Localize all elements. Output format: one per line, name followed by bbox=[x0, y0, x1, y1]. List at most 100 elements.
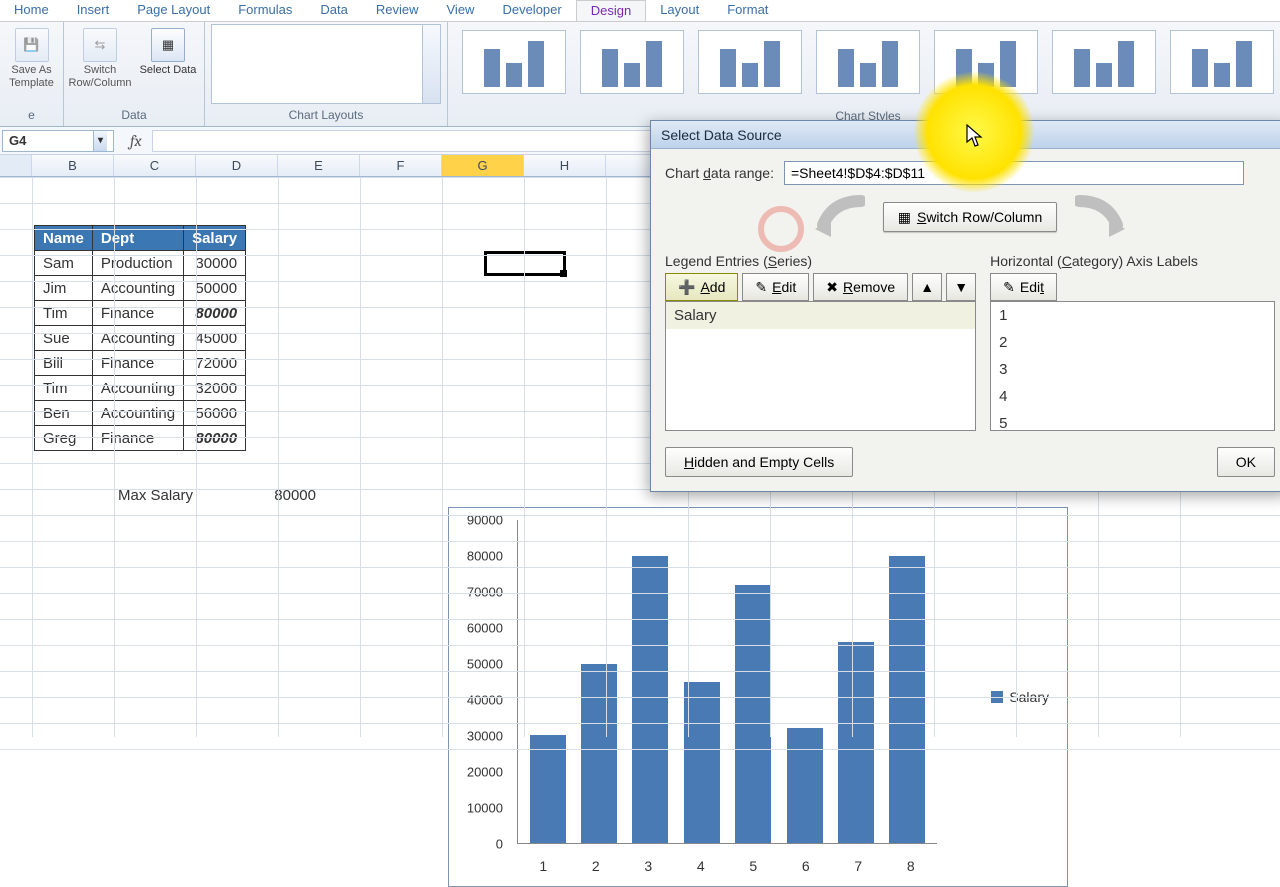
chart-data-range-input[interactable] bbox=[784, 161, 1244, 185]
table-cell[interactable]: Accounting bbox=[92, 376, 183, 401]
tab-home[interactable]: Home bbox=[0, 0, 63, 21]
series-add-button[interactable]: ➕Add bbox=[665, 273, 738, 301]
chart-style-thumb[interactable] bbox=[698, 30, 802, 94]
table-cell[interactable]: 80000 bbox=[184, 301, 246, 326]
axis-list-item[interactable]: 3 bbox=[991, 356, 1274, 383]
select-all-cell[interactable] bbox=[0, 155, 32, 176]
axis-labels-listbox[interactable]: 12345 bbox=[990, 301, 1275, 431]
table-cell[interactable]: 50000 bbox=[184, 276, 246, 301]
table-cell[interactable]: Greg bbox=[35, 426, 93, 451]
chart-style-thumb[interactable] bbox=[462, 30, 566, 94]
table-row: TimAccounting32000 bbox=[35, 376, 246, 401]
axis-list-item[interactable]: 5 bbox=[991, 410, 1274, 431]
group-label-layouts: Chart Layouts bbox=[211, 108, 441, 124]
name-box[interactable]: G4 ▾ bbox=[2, 130, 114, 152]
table-cell[interactable]: 72000 bbox=[184, 351, 246, 376]
ribbon-group-chart-styles: Chart Styles bbox=[448, 22, 1280, 126]
y-tick: 30000 bbox=[467, 729, 503, 744]
series-move-up-button[interactable]: ▲ bbox=[912, 273, 942, 301]
chart-bar bbox=[735, 585, 771, 843]
edit-icon: ✎ bbox=[755, 279, 767, 296]
series-list-item[interactable]: Salary bbox=[666, 302, 975, 329]
chart-bar bbox=[581, 664, 617, 843]
chart-style-thumb[interactable] bbox=[816, 30, 920, 94]
chart-y-axis: 0100002000030000400005000060000700008000… bbox=[449, 520, 509, 844]
table-cell[interactable]: Finance bbox=[92, 426, 183, 451]
table-cell[interactable]: 80000 bbox=[184, 426, 246, 451]
ribbon-tabs: HomeInsertPage LayoutFormulasDataReviewV… bbox=[0, 0, 1280, 22]
table-row: BillFinance72000 bbox=[35, 351, 246, 376]
select-data-button[interactable]: ▦ Select Data bbox=[138, 24, 198, 89]
tab-page-layout[interactable]: Page Layout bbox=[123, 0, 224, 21]
y-tick: 80000 bbox=[467, 548, 503, 563]
axis-list-item[interactable]: 2 bbox=[991, 329, 1274, 356]
arrow-right-icon bbox=[1075, 195, 1129, 239]
x-tick: 4 bbox=[697, 858, 705, 874]
column-header-f[interactable]: F bbox=[360, 155, 442, 176]
column-header-g[interactable]: G bbox=[442, 155, 524, 176]
column-header-b[interactable]: B bbox=[32, 155, 114, 176]
table-cell[interactable]: 45000 bbox=[184, 326, 246, 351]
table-cell[interactable]: Ben bbox=[35, 401, 93, 426]
tab-developer[interactable]: Developer bbox=[488, 0, 575, 21]
column-header-c[interactable]: C bbox=[114, 155, 196, 176]
ok-button[interactable]: OK bbox=[1217, 447, 1275, 477]
series-remove-button[interactable]: ✖Remove bbox=[813, 273, 908, 301]
axis-edit-button[interactable]: ✎Edit bbox=[990, 273, 1057, 301]
column-header-d[interactable]: D bbox=[196, 155, 278, 176]
data-table: NameDeptSalarySamProduction30000JimAccou… bbox=[34, 225, 246, 451]
hidden-empty-cells-button[interactable]: Hidden and Empty Cells bbox=[665, 447, 853, 477]
chart-style-thumb[interactable] bbox=[1170, 30, 1274, 94]
switch-row-column-dialog-button[interactable]: ▦ Switch Row/Column bbox=[883, 202, 1058, 232]
select-data-source-dialog: Select Data Source Chart data range: ▦ S… bbox=[650, 120, 1280, 492]
axis-list-item[interactable]: 1 bbox=[991, 302, 1274, 329]
chart-layouts-gallery[interactable] bbox=[211, 24, 441, 104]
table-cell[interactable]: Accounting bbox=[92, 326, 183, 351]
column-header-e[interactable]: E bbox=[278, 155, 360, 176]
table-cell[interactable]: 32000 bbox=[184, 376, 246, 401]
dialog-titlebar[interactable]: Select Data Source bbox=[651, 121, 1280, 149]
ribbon-group-chart-layouts: Chart Layouts bbox=[205, 22, 448, 126]
tab-formulas[interactable]: Formulas bbox=[224, 0, 306, 21]
table-cell[interactable]: Finance bbox=[92, 351, 183, 376]
y-tick: 10000 bbox=[467, 800, 503, 815]
series-move-down-button[interactable]: ▼ bbox=[946, 273, 976, 301]
chart-bar bbox=[838, 642, 874, 843]
y-tick: 20000 bbox=[467, 765, 503, 780]
tab-design[interactable]: Design bbox=[576, 0, 646, 21]
table-cell[interactable]: Accounting bbox=[92, 401, 183, 426]
tab-data[interactable]: Data bbox=[306, 0, 361, 21]
chart-plot-area bbox=[517, 520, 937, 844]
table-cell[interactable]: Jim bbox=[35, 276, 93, 301]
table-cell[interactable]: 56000 bbox=[184, 401, 246, 426]
tab-format[interactable]: Format bbox=[713, 0, 782, 21]
tab-layout[interactable]: Layout bbox=[646, 0, 713, 21]
table-cell[interactable]: Bill bbox=[35, 351, 93, 376]
table-cell[interactable]: Sue bbox=[35, 326, 93, 351]
tab-view[interactable]: View bbox=[433, 0, 489, 21]
axis-list-item[interactable]: 4 bbox=[991, 383, 1274, 410]
series-edit-button[interactable]: ✎Edit bbox=[742, 273, 809, 301]
fx-icon[interactable]: fx bbox=[130, 132, 142, 150]
switch-row-column-button: ⇆ Switch Row/Column bbox=[70, 24, 130, 89]
x-tick: 1 bbox=[539, 858, 547, 874]
template-icon: 💾 bbox=[15, 28, 49, 62]
tab-insert[interactable]: Insert bbox=[63, 0, 124, 21]
chart-style-thumb[interactable] bbox=[580, 30, 684, 94]
save-as-template-button: 💾 Save As Template bbox=[6, 24, 57, 89]
chart-bars bbox=[518, 520, 937, 843]
table-cell[interactable]: Accounting bbox=[92, 276, 183, 301]
chart-style-thumb[interactable] bbox=[1052, 30, 1156, 94]
series-listbox[interactable]: Salary bbox=[665, 301, 976, 431]
table-row: JimAccounting50000 bbox=[35, 276, 246, 301]
select-data-label: Select Data bbox=[140, 64, 197, 77]
table-cell[interactable]: Tim bbox=[35, 376, 93, 401]
table-cell[interactable]: Tim bbox=[35, 301, 93, 326]
name-box-dropdown[interactable]: ▾ bbox=[93, 131, 107, 151]
column-header-h[interactable]: H bbox=[524, 155, 606, 176]
gallery-scroll[interactable] bbox=[422, 25, 440, 103]
ribbon-body: 💾 Save As Template e ⇆ Switch Row/Column… bbox=[0, 22, 1280, 127]
tab-review[interactable]: Review bbox=[362, 0, 433, 21]
chart-style-thumb[interactable] bbox=[934, 30, 1038, 94]
table-cell[interactable]: Finance bbox=[92, 301, 183, 326]
